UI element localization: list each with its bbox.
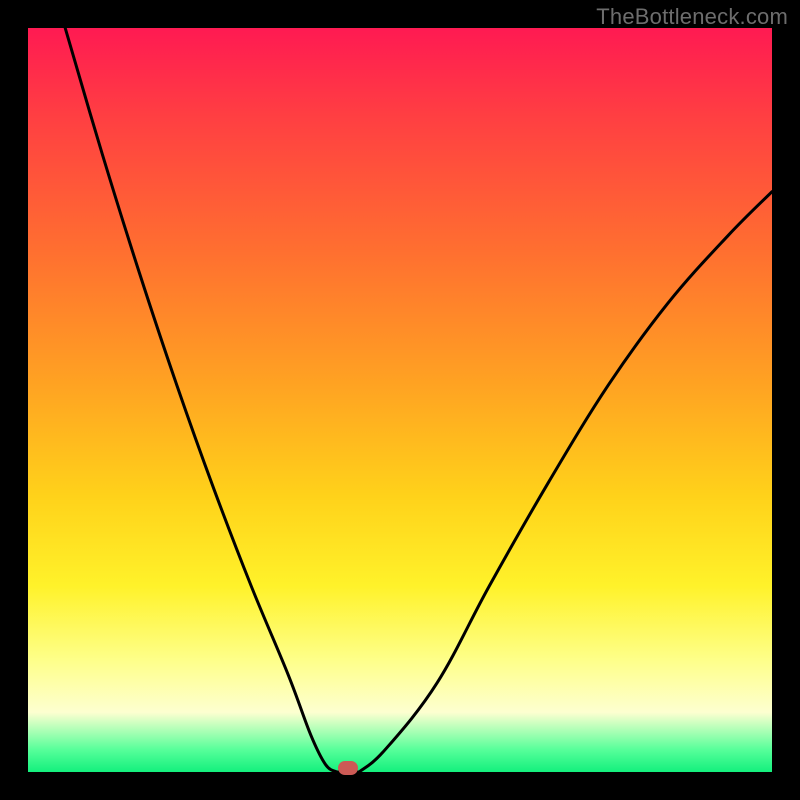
watermark-text: TheBottleneck.com (596, 4, 788, 30)
optimum-marker (338, 761, 358, 775)
bottleneck-curve (28, 28, 772, 772)
chart-frame: TheBottleneck.com (0, 0, 800, 800)
plot-area (28, 28, 772, 772)
